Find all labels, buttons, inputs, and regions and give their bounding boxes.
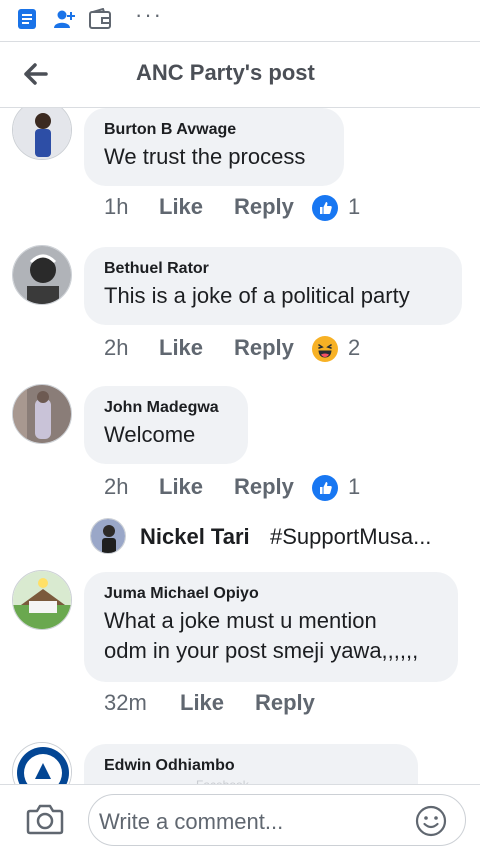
- comment-bubble: Juma Michael Opiyo What a joke must u me…: [84, 572, 458, 682]
- like-button[interactable]: Like: [159, 335, 203, 361]
- comment-bubble: Bethuel Rator This is a joke of a politi…: [84, 247, 462, 325]
- smiley-icon[interactable]: [415, 805, 447, 837]
- like-button[interactable]: Like: [159, 194, 203, 220]
- comment-text-line: What a joke must u mention: [104, 608, 377, 633]
- reaction-count[interactable]: 1: [348, 194, 360, 220]
- comment-author[interactable]: John Madegwa: [104, 398, 228, 418]
- document-icon: [16, 8, 38, 35]
- comment-author[interactable]: Burton B Avwage: [104, 120, 324, 140]
- comment-bubble: Edwin Odhiambo: [84, 744, 418, 784]
- comment-text-line: odm in your post smeji yawa,,,,,,: [104, 638, 419, 663]
- avatar[interactable]: [12, 108, 72, 160]
- comment-time[interactable]: 1h: [104, 194, 128, 220]
- avatar[interactable]: [12, 384, 72, 444]
- camera-icon[interactable]: [26, 803, 64, 835]
- comment-bubble: Burton B Avwage We trust the process: [84, 108, 344, 186]
- comment-time[interactable]: 2h: [104, 474, 128, 500]
- reply-author[interactable]: Nickel Tari: [140, 524, 250, 550]
- comment-composer: Write a comment...: [0, 784, 480, 854]
- avatar[interactable]: [90, 518, 126, 554]
- reply-preview[interactable]: Nickel Tari #SupportMusa...: [90, 518, 470, 558]
- reply-button[interactable]: Reply: [255, 690, 315, 716]
- like-button[interactable]: Like: [159, 474, 203, 500]
- comment-time[interactable]: 32m: [104, 690, 147, 716]
- comment-author[interactable]: Juma Michael Opiyo: [104, 584, 438, 604]
- comment-bubble: John Madegwa Welcome: [84, 386, 248, 464]
- arrow-left-icon[interactable]: [18, 56, 54, 92]
- like-reaction-icon[interactable]: [312, 195, 338, 221]
- reaction-count[interactable]: 1: [348, 474, 360, 500]
- like-reaction-icon[interactable]: [312, 475, 338, 501]
- page-title: ANC Party's post: [136, 60, 315, 85]
- wallet-icon: [88, 7, 112, 35]
- reply-button[interactable]: Reply: [234, 335, 294, 361]
- avatar[interactable]: [12, 245, 72, 305]
- haha-reaction-icon[interactable]: [312, 336, 338, 362]
- person-add-icon: [52, 8, 76, 35]
- comment-text: Welcome: [104, 422, 196, 447]
- status-bar: ···: [0, 0, 480, 42]
- comment-input-placeholder: Write a comment...: [99, 809, 284, 834]
- avatar[interactable]: [12, 742, 72, 784]
- comment-author[interactable]: Bethuel Rator: [104, 259, 442, 279]
- reply-button[interactable]: Reply: [234, 194, 294, 220]
- comments-list: Burton B Avwage We trust the process 1h …: [0, 108, 480, 784]
- like-button[interactable]: Like: [180, 690, 224, 716]
- comment-input[interactable]: Write a comment...: [88, 794, 466, 846]
- reply-button[interactable]: Reply: [234, 474, 294, 500]
- reply-text: #SupportMusa...: [270, 524, 432, 549]
- more-icon: ···: [135, 2, 163, 27]
- comment-text: We trust the process: [104, 144, 306, 169]
- reaction-count[interactable]: 2: [348, 335, 360, 361]
- comment-author[interactable]: Edwin Odhiambo: [104, 756, 398, 776]
- avatar[interactable]: [12, 570, 72, 630]
- comment-time[interactable]: 2h: [104, 335, 128, 361]
- header: ANC Party's post: [0, 42, 480, 108]
- comment-text: This is a joke of a political party: [104, 283, 410, 308]
